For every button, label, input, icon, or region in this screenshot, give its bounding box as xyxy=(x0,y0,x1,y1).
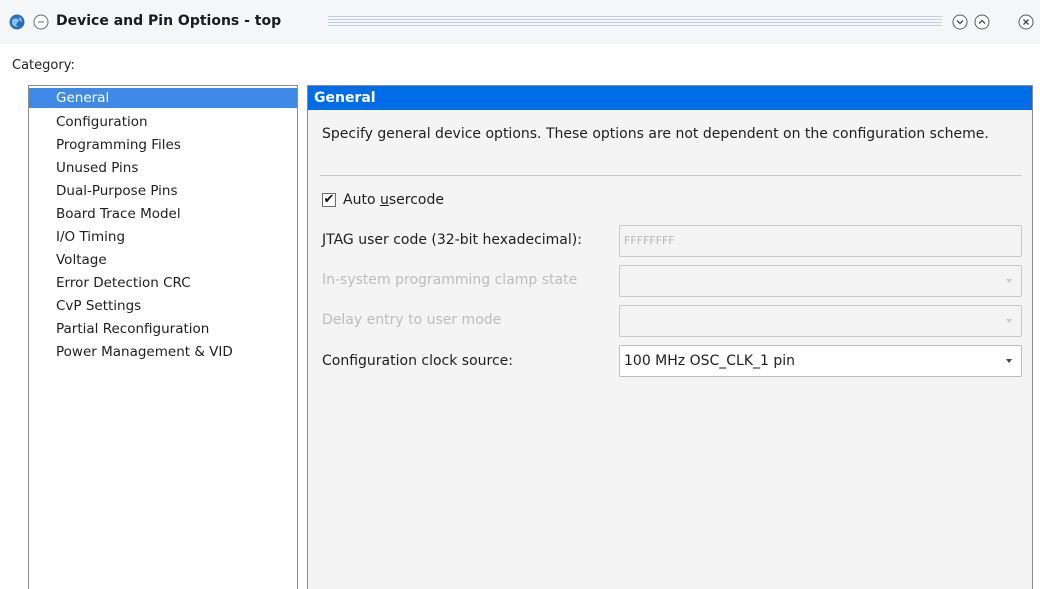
panel-header: General xyxy=(308,86,1032,110)
isp-clamp-state-label: In-system programming clamp state xyxy=(322,272,578,288)
title-bar: Device and Pin Options - top xyxy=(0,0,1040,44)
chevron-down-icon xyxy=(1006,319,1012,323)
category-item-partial-reconfiguration[interactable]: Partial Reconfiguration xyxy=(29,318,297,340)
clock-source-value: 100 MHz OSC_CLK_1 pin xyxy=(624,353,796,369)
category-item-power-management-vid[interactable]: Power Management & VID xyxy=(29,341,297,363)
isp-clamp-state-dropdown xyxy=(619,265,1022,297)
jtag-user-code-input: FFFFFFFF xyxy=(619,225,1022,257)
category-list[interactable]: General Configuration Programming Files … xyxy=(28,85,298,589)
category-item-programming-files[interactable]: Programming Files xyxy=(29,134,297,156)
category-item-general[interactable]: General xyxy=(29,88,297,108)
app-globe-icon[interactable] xyxy=(9,14,25,30)
panel-description: Specify general device options. These op… xyxy=(322,126,989,142)
settings-panel: General Specify general device options. … xyxy=(307,85,1033,589)
chevron-down-icon[interactable] xyxy=(1006,359,1012,363)
category-item-unused-pins[interactable]: Unused Pins xyxy=(29,157,297,179)
delay-entry-dropdown xyxy=(619,305,1022,337)
clock-source-label: Configuration clock source: xyxy=(322,353,514,369)
category-item-cvp-settings[interactable]: CvP Settings xyxy=(29,295,297,317)
category-label: Category: xyxy=(12,58,75,73)
title-bar-drag-area[interactable] xyxy=(328,16,942,28)
category-item-configuration[interactable]: Configuration xyxy=(29,111,297,133)
category-item-board-trace-model[interactable]: Board Trace Model xyxy=(29,203,297,225)
category-item-io-timing[interactable]: I/O Timing xyxy=(29,226,297,248)
close-icon[interactable] xyxy=(1018,14,1034,30)
category-item-dual-purpose-pins[interactable]: Dual-Purpose Pins xyxy=(29,180,297,202)
jtag-user-code-label: JTAG user code (32-bit hexadecimal): xyxy=(322,232,582,248)
window-title: Device and Pin Options - top xyxy=(56,13,282,29)
delay-entry-label: Delay entry to user mode xyxy=(322,312,502,328)
chevron-down-icon xyxy=(1006,279,1012,283)
divider xyxy=(320,175,1022,176)
auto-usercode-label: Auto usercode xyxy=(343,192,444,208)
chevron-up-icon[interactable] xyxy=(974,14,990,30)
checkbox-box[interactable]: ✔ xyxy=(322,193,336,207)
category-item-error-detection-crc[interactable]: Error Detection CRC xyxy=(29,272,297,294)
window-menu-icon[interactable] xyxy=(33,14,49,30)
auto-usercode-checkbox[interactable]: ✔ Auto usercode xyxy=(322,190,444,210)
clock-source-dropdown[interactable]: 100 MHz OSC_CLK_1 pin xyxy=(619,345,1022,377)
chevron-down-icon[interactable] xyxy=(952,14,968,30)
category-item-voltage[interactable]: Voltage xyxy=(29,249,297,271)
